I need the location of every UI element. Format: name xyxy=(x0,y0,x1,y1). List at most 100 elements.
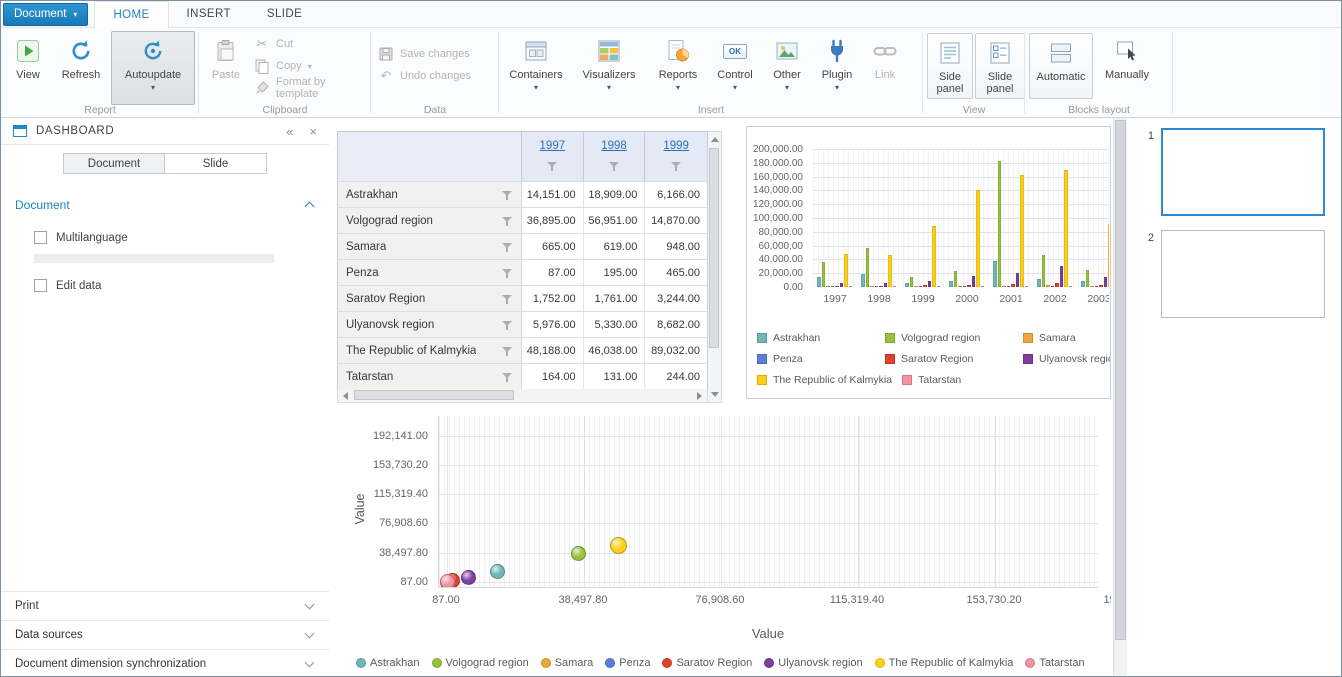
control-button[interactable]: OK Control ▾ xyxy=(709,31,761,105)
scroll-right-arrow[interactable] xyxy=(697,392,702,400)
bubble-tatarstan[interactable] xyxy=(440,574,455,588)
legend-item-astrakhan[interactable]: Astrakhan xyxy=(356,657,420,669)
plugin-button[interactable]: Plugin ▾ xyxy=(813,31,861,105)
main-vertical-scrollbar[interactable] xyxy=(1113,118,1127,677)
legend-item-volgograd-region[interactable]: Volgograd region xyxy=(885,332,1013,344)
legend-item-saratov-region[interactable]: Saratov Region xyxy=(885,353,1013,365)
slide-thumbnail-2[interactable] xyxy=(1161,230,1325,318)
section-print[interactable]: Print xyxy=(1,591,329,620)
filter-icon[interactable] xyxy=(502,372,513,382)
undo-changes-button[interactable]: ↶ Undo changes xyxy=(374,65,475,87)
year-link[interactable]: 1999 xyxy=(663,140,689,152)
table-horizontal-scrollbar[interactable] xyxy=(337,389,708,403)
filter-icon[interactable] xyxy=(502,294,513,304)
bar-xtick-label: 2003 xyxy=(1077,293,1109,305)
row-header[interactable]: Volgograd region xyxy=(338,208,522,233)
manually-button[interactable]: Manually xyxy=(1095,31,1159,105)
slide-panel-button[interactable]: Slide panel xyxy=(975,33,1025,99)
filter-icon[interactable] xyxy=(502,346,513,356)
section-data-sources[interactable]: Data sources xyxy=(1,620,329,649)
bar-ulyanovsk-region xyxy=(928,281,932,287)
view-button[interactable]: View xyxy=(5,31,51,105)
bar-tatarstan xyxy=(1025,286,1029,287)
scrollbar-thumb[interactable] xyxy=(354,390,514,400)
filter-icon[interactable] xyxy=(502,268,513,278)
legend-item-samara[interactable]: Samara xyxy=(541,657,594,669)
link-button[interactable]: Link xyxy=(863,31,907,105)
undo-changes-icon: ↶ xyxy=(378,68,394,84)
document-section-header[interactable]: Document xyxy=(15,196,313,214)
automatic-button[interactable]: Automatic xyxy=(1029,33,1093,99)
side-panel-button[interactable]: Side panel xyxy=(927,33,973,99)
tab-insert[interactable]: INSERT xyxy=(169,1,249,28)
column-header-1997[interactable]: 1997 xyxy=(522,132,584,181)
legend-item-volgograd-region[interactable]: Volgograd region xyxy=(432,657,529,669)
filter-icon[interactable] xyxy=(671,161,682,171)
row-header[interactable]: Saratov Region xyxy=(338,286,522,311)
visualizers-button[interactable]: Visualizers ▾ xyxy=(571,31,647,105)
save-changes-button[interactable]: Save changes xyxy=(374,43,475,65)
legend-item-astrakhan[interactable]: Astrakhan xyxy=(757,332,875,344)
document-menu-button[interactable]: Document ▾ xyxy=(3,3,88,26)
paste-button[interactable]: Paste xyxy=(203,31,249,105)
legend-item-penza[interactable]: Penza xyxy=(605,657,650,669)
bar-group-1998 xyxy=(857,149,901,287)
legend-item-ulyanovsk-region[interactable]: Ulyanovsk region xyxy=(1023,353,1111,365)
containers-button[interactable]: Containers ▾ xyxy=(503,31,569,105)
legend-item-samara[interactable]: Samara xyxy=(1023,332,1076,344)
legend-item-tatarstan[interactable]: Tatarstan xyxy=(902,374,1030,386)
filter-icon[interactable] xyxy=(502,190,513,200)
filter-icon[interactable] xyxy=(547,161,558,171)
bar-samara xyxy=(826,286,830,287)
column-header-1999[interactable]: 1999 xyxy=(645,132,707,181)
cut-button[interactable]: ✂ Cut xyxy=(250,33,369,55)
filter-icon[interactable] xyxy=(502,320,513,330)
legend-item-the-republic-of-kalmykia[interactable]: The Republic of Kalmykia xyxy=(875,657,1014,669)
bubble-the-republic-of-kalmykia[interactable] xyxy=(610,537,627,554)
slide-thumbnail-1[interactable] xyxy=(1161,128,1325,216)
scroll-down-arrow[interactable] xyxy=(711,392,719,397)
bar-the-republic-of-kalmykia xyxy=(976,190,980,287)
bubble-astrakhan[interactable] xyxy=(490,564,505,579)
legend-item-penza[interactable]: Penza xyxy=(757,353,875,365)
column-header-1998[interactable]: 1998 xyxy=(584,132,646,181)
row-header[interactable]: Ulyanovsk region xyxy=(338,312,522,337)
table-vertical-scrollbar[interactable] xyxy=(708,131,722,403)
scroll-left-arrow[interactable] xyxy=(343,392,348,400)
legend-item-ulyanovsk-region[interactable]: Ulyanovsk region xyxy=(764,657,862,669)
bubble-ulyanovsk-region[interactable] xyxy=(461,570,476,585)
close-panel-icon[interactable]: × xyxy=(309,125,317,138)
row-header[interactable]: Astrakhan xyxy=(338,182,522,207)
copy-button[interactable]: Copy ▾ xyxy=(250,55,369,77)
multilanguage-checkbox[interactable] xyxy=(34,231,47,244)
scrollbar-thumb[interactable] xyxy=(1115,120,1126,640)
tab-slide[interactable]: SLIDE xyxy=(249,1,320,28)
row-header[interactable]: Tatarstan xyxy=(338,364,522,389)
year-link[interactable]: 1998 xyxy=(601,140,627,152)
filter-icon[interactable] xyxy=(502,242,513,252)
row-header[interactable]: Samara xyxy=(338,234,522,259)
section-document-dimension-synchronization[interactable]: Document dimension synchronization xyxy=(1,649,329,677)
refresh-button[interactable]: Refresh xyxy=(53,31,109,105)
collapse-panel-icon[interactable]: « xyxy=(286,125,293,138)
bar-volgograd-region xyxy=(910,277,914,287)
scrollbar-thumb[interactable] xyxy=(709,148,719,348)
other-button[interactable]: Other ▾ xyxy=(763,31,811,105)
row-header[interactable]: Penza xyxy=(338,260,522,285)
tab-home[interactable]: HOME xyxy=(94,1,168,28)
reports-button[interactable]: Reports ▾ xyxy=(649,31,707,105)
format-by-template-button[interactable]: Format by template xyxy=(250,77,369,99)
legend-item-tatarstan[interactable]: Tatarstan xyxy=(1025,657,1084,669)
legend-swatch xyxy=(902,375,912,385)
year-link[interactable]: 1997 xyxy=(540,140,566,152)
autoupdate-button[interactable]: Autoupdate ▾ xyxy=(111,31,195,105)
edit-data-checkbox[interactable] xyxy=(34,279,47,292)
filter-icon[interactable] xyxy=(502,216,513,226)
row-header[interactable]: The Republic of Kalmykia xyxy=(338,338,522,363)
filter-icon[interactable] xyxy=(609,161,620,171)
scroll-up-arrow[interactable] xyxy=(711,137,719,142)
toggle-document[interactable]: Document xyxy=(63,153,165,174)
legend-item-the-republic-of-kalmykia[interactable]: The Republic of Kalmykia xyxy=(757,374,892,386)
legend-item-saratov-region[interactable]: Saratov Region xyxy=(662,657,752,669)
toggle-slide[interactable]: Slide xyxy=(165,153,267,174)
